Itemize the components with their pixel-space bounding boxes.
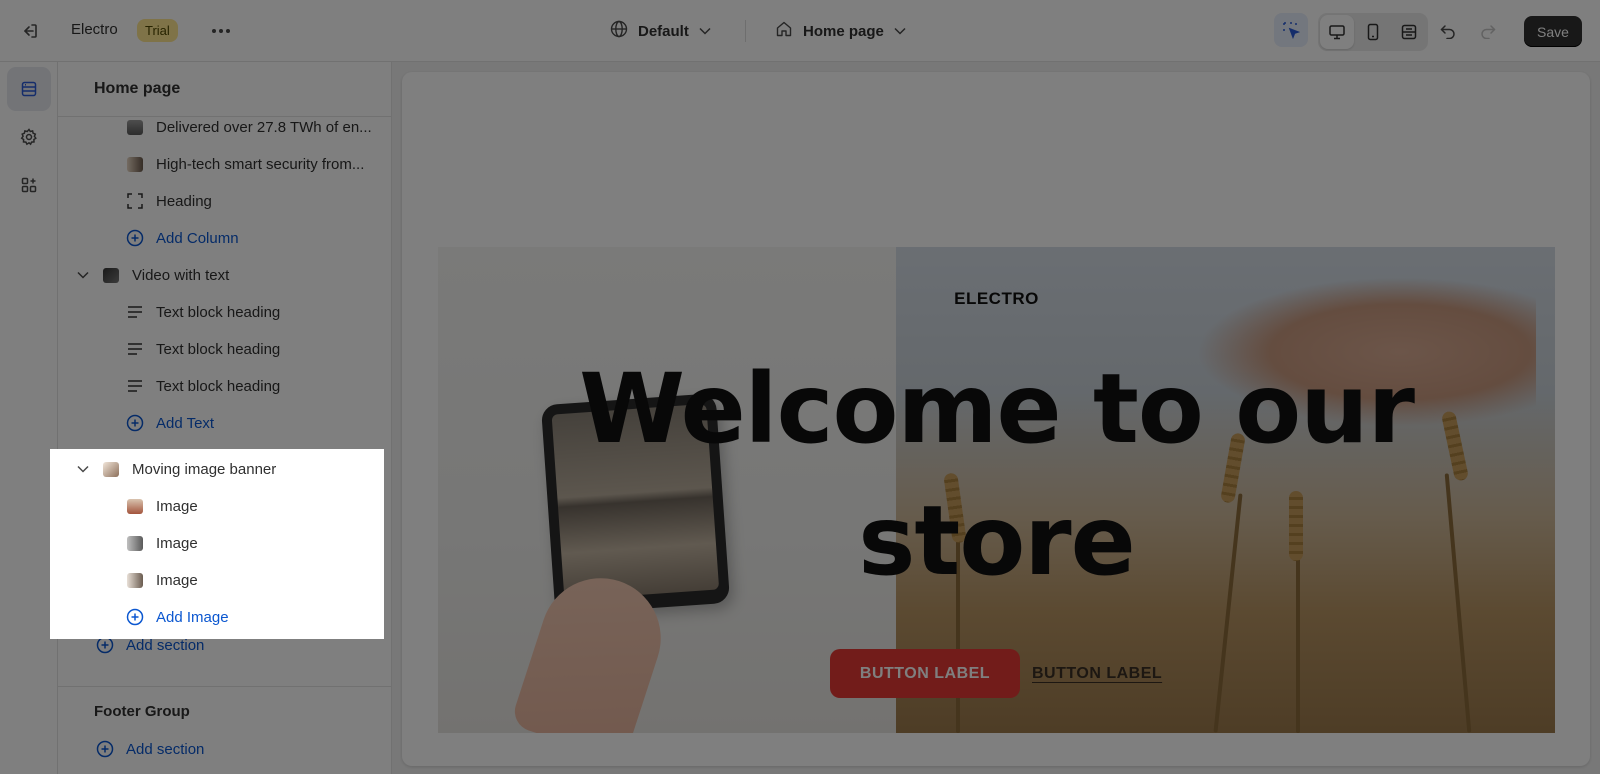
section-item-moving-image-banner[interactable]: Moving image banner — [76, 451, 276, 487]
block-label: Image — [156, 571, 198, 589]
image-thumbnail-icon — [102, 460, 120, 478]
image-thumbnail-icon — [126, 571, 144, 589]
section-label: Moving image banner — [132, 460, 277, 478]
dim-overlay — [0, 449, 50, 639]
block-item-image[interactable]: Image — [126, 525, 198, 561]
block-item-image[interactable]: Image — [126, 562, 198, 598]
block-item-image[interactable]: Image — [126, 488, 198, 524]
image-thumbnail-icon — [126, 534, 144, 552]
chevron-down-icon[interactable] — [76, 462, 90, 476]
dim-overlay — [0, 0, 1600, 449]
highlighted-section: Moving image banner Image Image Image Ad… — [50, 449, 384, 639]
add-image-button[interactable]: Add Image — [126, 599, 229, 635]
block-label: Image — [156, 534, 198, 552]
add-label: Add Image — [156, 608, 229, 626]
block-label: Image — [156, 497, 198, 515]
dim-overlay — [0, 639, 1600, 774]
dim-overlay — [384, 449, 1600, 639]
plus-circle-icon — [126, 608, 144, 626]
image-thumbnail-icon — [126, 497, 144, 515]
